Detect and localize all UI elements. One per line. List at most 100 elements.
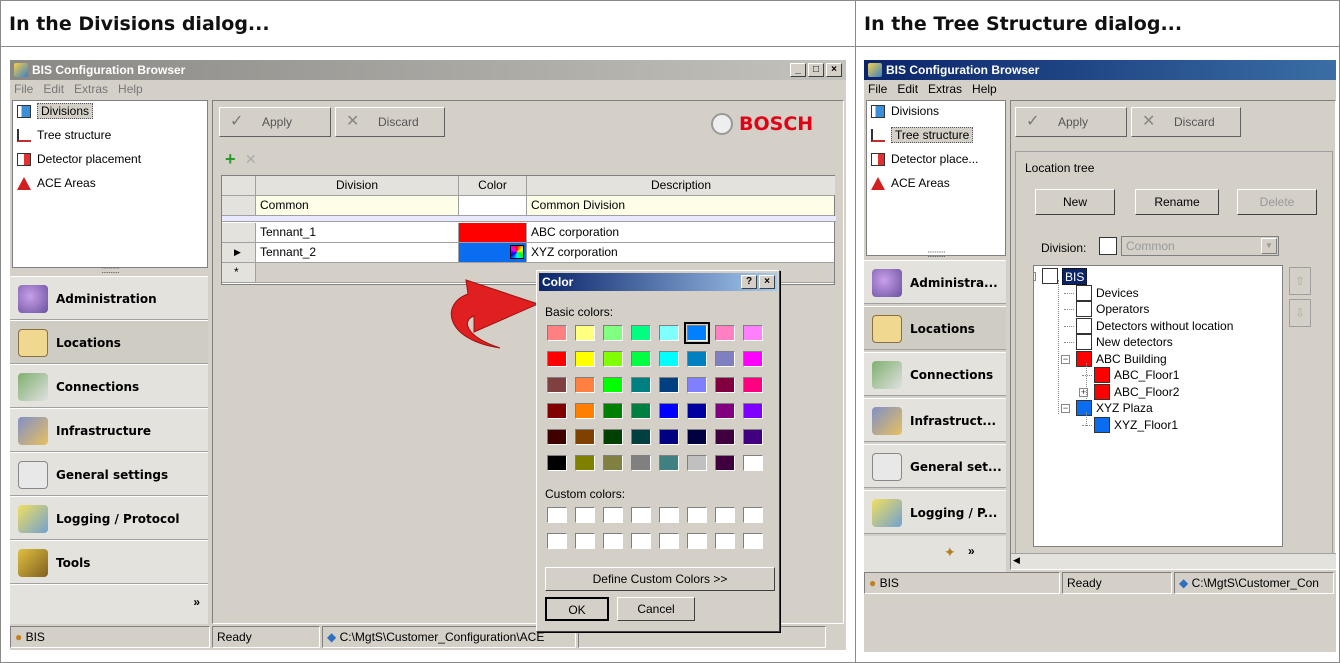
nav-item-divisions[interactable]: Divisions xyxy=(867,101,1005,125)
move-up-button[interactable]: ⇧ xyxy=(1289,267,1311,295)
basic-color-swatch[interactable] xyxy=(631,455,651,471)
basic-color-swatch[interactable] xyxy=(715,455,735,471)
custom-color-swatch[interactable] xyxy=(687,507,707,523)
description-cell[interactable]: Common Division xyxy=(527,196,835,215)
tree-node[interactable]: XYZ_Floor1 xyxy=(1114,417,1178,434)
basic-color-swatch[interactable] xyxy=(575,377,595,393)
section-logging[interactable]: Logging / P... xyxy=(864,490,1006,534)
custom-color-swatch[interactable] xyxy=(631,533,651,549)
color-picker-icon[interactable] xyxy=(510,245,524,259)
table-row[interactable]: ▶ Tennant_2 XYZ corporation xyxy=(222,243,834,263)
menu-file[interactable]: File xyxy=(868,80,887,98)
basic-color-swatch[interactable] xyxy=(603,351,623,367)
discard-button[interactable]: ✕ Discard xyxy=(335,107,445,137)
basic-color-swatch[interactable] xyxy=(547,455,567,471)
discard-button[interactable]: ✕ Discard xyxy=(1131,107,1241,137)
basic-color-swatch[interactable] xyxy=(743,351,763,367)
nav-item-ace-areas[interactable]: ACE Areas xyxy=(867,173,1005,197)
splitter-grip[interactable]: :::::::::: xyxy=(866,250,1006,260)
basic-color-swatch[interactable] xyxy=(687,377,707,393)
division-select[interactable]: Common ▼ xyxy=(1121,236,1279,256)
custom-color-swatch[interactable] xyxy=(575,507,595,523)
description-cell[interactable]: XYZ corporation xyxy=(527,243,835,262)
basic-color-swatch[interactable] xyxy=(659,377,679,393)
basic-color-swatch[interactable] xyxy=(687,403,707,419)
section-administration[interactable]: Administration xyxy=(10,276,208,320)
basic-color-swatch[interactable] xyxy=(603,377,623,393)
minimize-button[interactable]: _ xyxy=(790,63,806,77)
nav-item-tree-structure[interactable]: Tree structure xyxy=(13,125,207,149)
basic-color-swatch[interactable] xyxy=(715,377,735,393)
basic-color-swatch[interactable] xyxy=(659,325,679,341)
dialog-title-bar[interactable]: Color ? × xyxy=(539,273,777,291)
color-cell[interactable] xyxy=(459,223,527,242)
custom-color-swatch[interactable] xyxy=(659,533,679,549)
maximize-button[interactable]: □ xyxy=(808,63,824,77)
division-cell[interactable]: Tennant_1 xyxy=(256,223,459,242)
table-row[interactable]: Common Common Division xyxy=(222,196,834,216)
collapse-icon[interactable]: − xyxy=(1061,404,1070,413)
menu-edit[interactable]: Edit xyxy=(897,80,918,98)
nav-item-divisions[interactable]: Divisions xyxy=(13,101,207,125)
column-color[interactable]: Color xyxy=(459,176,527,195)
basic-color-swatch[interactable] xyxy=(575,325,595,341)
basic-color-swatch[interactable] xyxy=(715,351,735,367)
section-locations[interactable]: Locations xyxy=(864,306,1006,350)
custom-color-swatch[interactable] xyxy=(631,507,651,523)
new-button[interactable]: New xyxy=(1035,189,1115,215)
basic-color-swatch[interactable] xyxy=(603,455,623,471)
nav-item-ace-areas[interactable]: ACE Areas xyxy=(13,173,207,197)
custom-color-swatch[interactable] xyxy=(743,507,763,523)
division-cell[interactable]: Tennant_2 xyxy=(256,243,459,262)
tree-node[interactable]: ABC_Floor2 xyxy=(1114,384,1179,401)
basic-color-swatch[interactable] xyxy=(631,351,651,367)
custom-color-swatch[interactable] xyxy=(659,507,679,523)
apply-button[interactable]: ✓ Apply xyxy=(1015,107,1127,137)
collapse-icon[interactable]: − xyxy=(1061,354,1070,364)
tree-node[interactable]: XYZ Plaza xyxy=(1096,400,1153,417)
basic-color-swatch[interactable] xyxy=(687,351,707,367)
tree-node[interactable]: Detectors without location xyxy=(1096,318,1233,335)
custom-color-swatch[interactable] xyxy=(715,507,735,523)
chevron-more-icon[interactable]: » xyxy=(968,544,975,558)
nav-item-tree-structure[interactable]: Tree structure xyxy=(867,125,1005,149)
section-general-settings[interactable]: General set... xyxy=(864,444,1006,488)
color-cell[interactable] xyxy=(459,243,527,262)
custom-color-swatch[interactable] xyxy=(603,533,623,549)
splitter-grip[interactable]: :::::::::: xyxy=(12,266,208,276)
tree-node[interactable]: ABC_Floor1 xyxy=(1114,367,1179,384)
cancel-button[interactable]: Cancel xyxy=(617,597,695,621)
help-button[interactable]: ? xyxy=(741,275,757,289)
tree-node[interactable]: ABC Building xyxy=(1096,351,1167,368)
basic-color-swatch[interactable] xyxy=(687,429,707,445)
collapse-icon[interactable]: − xyxy=(1034,272,1036,281)
basic-color-swatch[interactable] xyxy=(743,325,763,341)
basic-color-swatch[interactable] xyxy=(603,403,623,419)
basic-color-swatch[interactable] xyxy=(547,351,567,367)
horizontal-scrollbar[interactable]: ◀ xyxy=(1011,553,1336,569)
move-down-button[interactable]: ⇩ xyxy=(1289,299,1311,327)
tree-node[interactable]: Operators xyxy=(1096,301,1149,318)
custom-color-swatch[interactable] xyxy=(603,507,623,523)
basic-color-swatch[interactable] xyxy=(575,351,595,367)
basic-color-swatch[interactable] xyxy=(743,377,763,393)
close-button[interactable]: × xyxy=(826,63,842,77)
description-cell[interactable]: ABC corporation xyxy=(527,223,835,242)
title-bar[interactable]: BIS Configuration Browser xyxy=(864,60,1336,80)
chevron-more-icon[interactable]: » xyxy=(193,595,200,609)
section-connections[interactable]: Connections xyxy=(864,352,1006,396)
basic-color-swatch[interactable] xyxy=(547,377,567,393)
custom-color-swatch[interactable] xyxy=(547,507,567,523)
basic-color-swatch[interactable] xyxy=(631,403,651,419)
menu-extras[interactable]: Extras xyxy=(74,80,108,98)
tree-node[interactable]: BIS xyxy=(1062,268,1088,285)
basic-color-swatch[interactable] xyxy=(659,429,679,445)
basic-color-swatch[interactable] xyxy=(743,429,763,445)
column-division[interactable]: Division xyxy=(256,176,459,195)
menu-file[interactable]: File xyxy=(14,80,33,98)
basic-color-swatch[interactable] xyxy=(575,403,595,419)
basic-color-swatch[interactable] xyxy=(715,403,735,419)
apply-button[interactable]: ✓ Apply xyxy=(219,107,331,137)
tools-icon[interactable]: ✦ xyxy=(944,544,956,561)
nav-item-detector-placement[interactable]: Detector placement xyxy=(13,149,207,173)
